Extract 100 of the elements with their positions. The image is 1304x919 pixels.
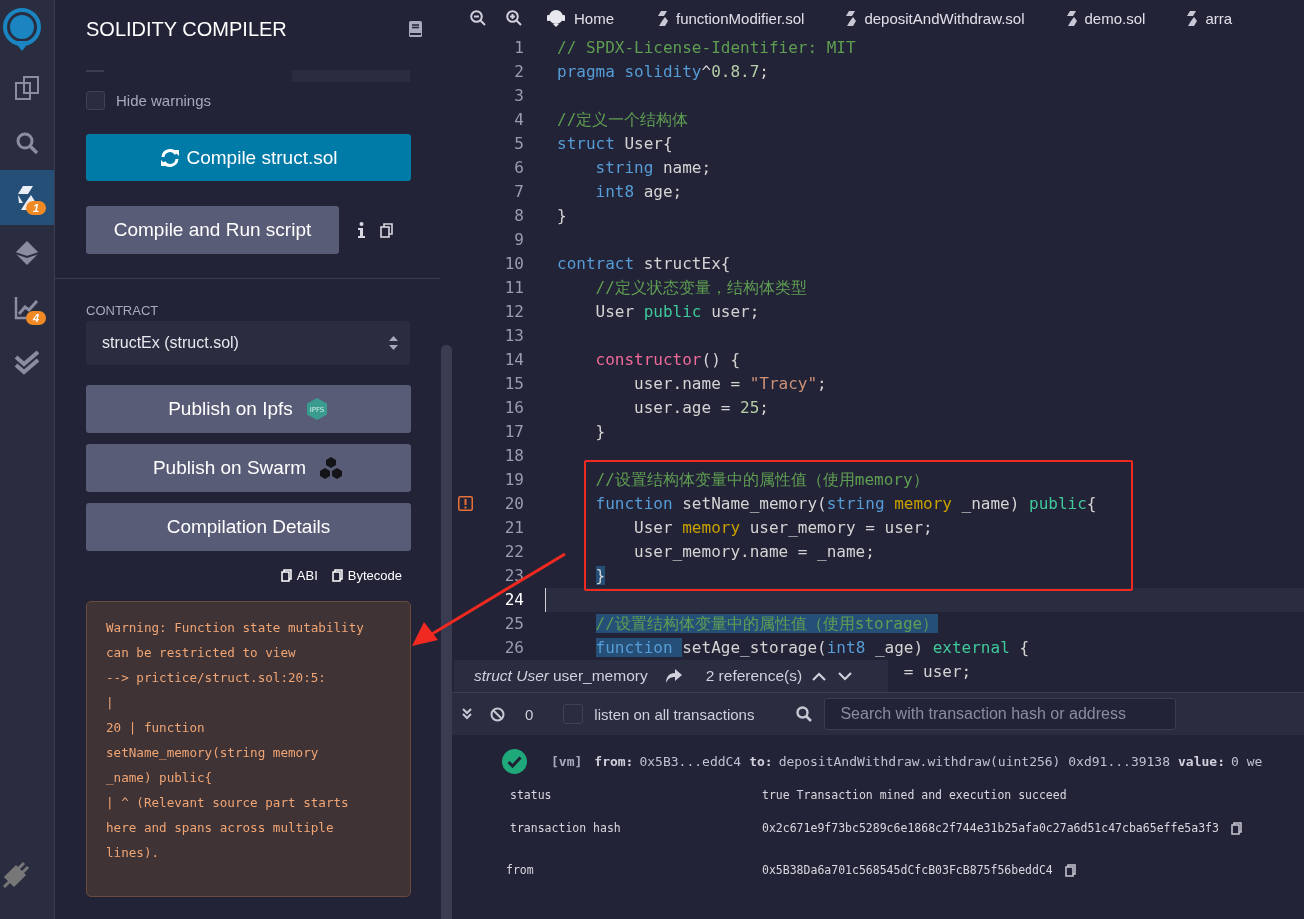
scrollbar[interactable] [441, 345, 452, 919]
line-number: 15 [504, 374, 524, 393]
line-number: 26 [504, 638, 524, 657]
copy-link[interactable]: ABI [280, 567, 318, 583]
code-line: int8 age; [595, 182, 683, 201]
panel-title: SOLIDITY COMPILER [86, 17, 287, 41]
code-line: function setName_memory(string memory _name) public{ [595, 494, 1097, 513]
search-field[interactable]: Search with transaction hash or address [824, 698, 1177, 730]
book-icon[interactable] [409, 21, 422, 37]
line-number: 25 [504, 614, 524, 633]
line-number: 23 [504, 566, 524, 585]
line-number: 18 [504, 446, 524, 465]
collapse-icon[interactable] [462, 708, 472, 720]
line-number: 13 [504, 326, 524, 345]
sort-arrows-icon [389, 335, 398, 351]
tooltip-type: struct User [474, 667, 549, 685]
code-line: user_memory.name = _name; [634, 542, 875, 561]
double-check-icon[interactable] [14, 350, 40, 375]
reply-arrow-icon[interactable] [665, 669, 682, 683]
solidity-icon [846, 10, 857, 26]
line-number: 4 [514, 110, 524, 129]
log-source: [vm] [551, 754, 583, 769]
log-value: 0x2c671e9f73bc5289c6e1868c2f744e31b25afa0c27a6d51c47cba65effe5a3f3 [762, 821, 1219, 835]
checkbox-label: Hide warnings [116, 91, 212, 109]
zoom-out-icon[interactable] [470, 10, 486, 26]
chart-icon[interactable] [14, 295, 40, 320]
editor-tab[interactable]: Home [546, 9, 614, 27]
editor-tab[interactable]: functionModifier.sol [658, 9, 805, 27]
log-label: status [509, 788, 553, 802]
line-number: 5 [514, 134, 524, 153]
line-number: 1 [514, 38, 524, 57]
line-number: 14 [504, 350, 524, 369]
log-value: depositAndWithdraw.withdraw(uint256) 0xd91...39138 [778, 754, 1171, 769]
info-icon[interactable] [358, 222, 365, 238]
warning-message: Warning: Function state mutability can be restricted to view --> prictice/struct.sol:20:5: | 20 | function setName_memory(string memory _name) public{ | ^ (Relevant source part starts here and spans across multiple lines). [86, 601, 411, 897]
editor-tab[interactable]: demo.sol [1066, 9, 1146, 27]
code-line: } [595, 422, 606, 441]
count-badge: 1 [26, 201, 47, 215]
solidity-icon [658, 10, 668, 26]
code-line: //定义一个结构体 [557, 110, 689, 129]
line-number: 2 [514, 62, 524, 81]
zoom-in-icon[interactable] [506, 10, 522, 26]
line-number: 22 [504, 542, 524, 561]
logo-icon[interactable] [2, 7, 42, 53]
log-label: from [505, 863, 535, 877]
editor-tab[interactable]: arra [1187, 9, 1233, 27]
chevron-down-icon[interactable] [838, 671, 853, 681]
tooltip-name: user_memory [552, 667, 648, 685]
line-number: 6 [514, 158, 524, 177]
log-label: transaction hash [509, 821, 622, 835]
success-icon [502, 749, 527, 774]
log-key: from: [594, 754, 634, 769]
files-icon[interactable] [14, 74, 40, 101]
code-line: contract structEx{ [557, 254, 731, 273]
code-line: struct User{ [557, 134, 673, 153]
reference-count: 2 reference(s) [705, 667, 803, 685]
solidity-icon [1066, 10, 1077, 26]
plug-icon[interactable] [2, 861, 30, 889]
code-line: string name; [595, 158, 712, 177]
code-line: } [557, 206, 567, 225]
code-line: function setAge_storage(int8 _age) external { [595, 638, 1030, 657]
log-value: 0 we [1231, 754, 1263, 769]
line-number: 7 [514, 182, 524, 201]
copy-icon[interactable] [1064, 863, 1076, 877]
contract-select[interactable]: structEx (struct.sol) [86, 321, 410, 365]
log-key: to: [749, 754, 773, 769]
line-number: 3 [514, 86, 524, 105]
hexagons-icon [318, 456, 345, 480]
line-number: 11 [504, 278, 524, 297]
refresh-icon [159, 147, 180, 168]
code-line: constructor() { [595, 350, 741, 369]
hide-warnings-checkbox[interactable] [86, 90, 105, 110]
copy-icon [280, 568, 292, 582]
code-line: = user; [903, 662, 972, 681]
search-icon[interactable] [796, 706, 813, 722]
line-number: 10 [504, 254, 524, 273]
clear-icon[interactable] [490, 706, 505, 722]
copy-icon[interactable] [380, 222, 393, 238]
search-icon[interactable] [15, 130, 39, 155]
checkbox-label: listen on all transactions [594, 705, 755, 723]
chevron-up-icon[interactable] [812, 671, 827, 681]
line-number: 21 [504, 518, 524, 537]
code-line: //设置结构体变量中的属性值（使用memory） [595, 470, 929, 489]
copy-link[interactable]: Bytecode [331, 567, 402, 583]
warning-icon[interactable] [458, 496, 473, 511]
compile-run-button[interactable]: Compile and Run script [86, 206, 339, 254]
ethereum-icon[interactable] [14, 239, 40, 266]
compile-button[interactable]: Compile struct.sol [86, 134, 411, 181]
line-number: 17 [504, 422, 524, 441]
headset-icon [546, 9, 566, 27]
line-number: 12 [504, 302, 524, 321]
publish-swarm-button[interactable]: Publish on Swarm [86, 444, 411, 492]
editor-tab[interactable]: depositAndWithdraw.sol [846, 9, 1025, 27]
details-button[interactable]: Compilation Details [86, 503, 411, 551]
code-line: User memory user_memory = user; [634, 518, 933, 537]
copy-icon[interactable] [1230, 821, 1242, 835]
line-number: 9 [514, 230, 524, 249]
log-key: value: [1178, 754, 1225, 769]
line-number: 16 [504, 398, 524, 417]
line-number: 19 [504, 470, 524, 489]
